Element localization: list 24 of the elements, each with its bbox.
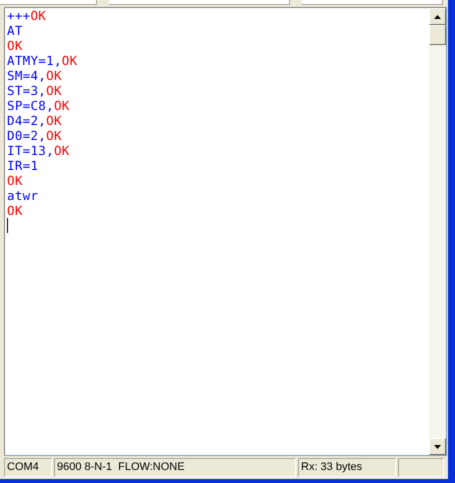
- terminal-line: ATMY=1,OK: [7, 53, 78, 68]
- terminal-line: OK: [7, 173, 24, 188]
- port-status: COM4: [4, 458, 52, 477]
- terminal-line: IT=13,OK: [7, 143, 71, 158]
- terminal-line: SM=4,OK: [7, 68, 63, 83]
- scroll-up-button[interactable]: [429, 8, 446, 25]
- terminal-line: ST=3,OK: [7, 83, 63, 98]
- status-pane: [398, 458, 444, 477]
- settings-status: 9600 8-N-1 FLOW:NONE: [54, 458, 296, 477]
- received-status: Rx: 33 bytes: [298, 458, 396, 477]
- terminal-line: IR=1: [7, 158, 40, 173]
- terminal-line: atwr: [7, 188, 40, 203]
- terminal-line: AT: [7, 23, 24, 38]
- terminal-line: +++OK: [7, 8, 48, 23]
- terminal-line: D0=2,OK: [7, 128, 63, 143]
- down-arrow-icon: [434, 444, 441, 448]
- terminal-line: OK: [7, 203, 24, 218]
- terminal-line: SP=C8,OK: [7, 98, 71, 113]
- scroll-down-button[interactable]: [429, 438, 446, 455]
- terminal-line: OK: [7, 38, 24, 53]
- up-arrow-icon: [434, 14, 441, 18]
- text-cursor: [7, 218, 8, 233]
- terminal-line: D4=2,OK: [7, 113, 63, 128]
- scroll-thumb[interactable]: [429, 25, 446, 45]
